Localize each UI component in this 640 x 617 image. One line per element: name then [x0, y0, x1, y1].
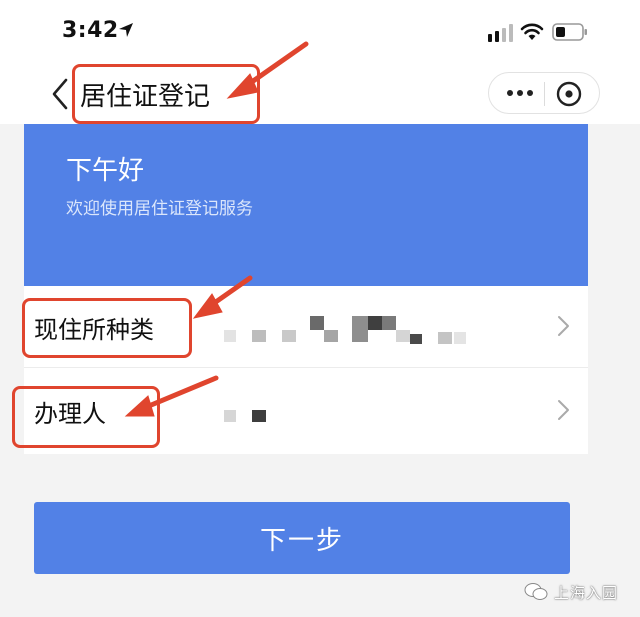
wechat-logo-icon [524, 583, 548, 600]
chevron-right-icon [558, 316, 569, 336]
cellular-signal-icon [488, 24, 513, 42]
watermark-text: 上海入园 [554, 584, 619, 602]
location-arrow-icon [119, 23, 133, 37]
greeting-title: 下午好 [66, 156, 145, 186]
more-icon[interactable] [505, 84, 535, 102]
wifi-icon [520, 23, 544, 40]
chevron-right-icon [558, 400, 569, 420]
greeting-subtitle: 欢迎使用居住证登记服务 [66, 199, 253, 219]
redacted-value [224, 400, 484, 430]
watermark: 上海入园 [524, 582, 634, 604]
annotation-box-residence-type [22, 298, 192, 358]
status-bar: 3:42 [0, 0, 640, 66]
redacted-value [224, 316, 484, 346]
status-time: 3:42 [62, 18, 119, 43]
annotation-box-title [72, 64, 260, 124]
back-chevron-icon[interactable] [48, 76, 74, 112]
next-step-button[interactable]: 下一步 [34, 502, 570, 574]
annotation-box-applicant [12, 386, 160, 448]
close-circle-icon[interactable] [555, 80, 583, 108]
greeting-banner: 下午好 欢迎使用居住证登记服务 [24, 124, 588, 286]
miniprogram-capsule [488, 72, 600, 114]
capsule-divider [544, 82, 545, 106]
battery-icon [552, 23, 587, 41]
